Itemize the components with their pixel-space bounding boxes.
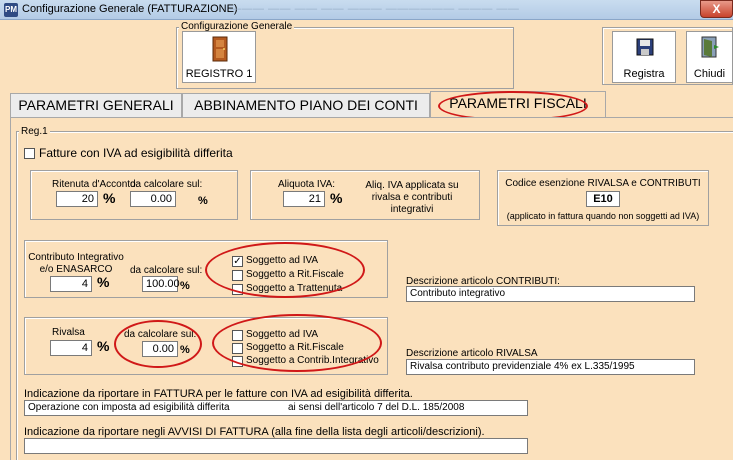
rivalsa-desc-label: Descrizione articolo RIVALSA — [406, 348, 538, 359]
blurred-background-text: ——— —— —— —— ——— —————— ——— —— — [230, 3, 520, 15]
indicazione-fattura-label: Indicazione da riportare in FATTURA per … — [24, 388, 413, 400]
codice-note: (applicato in fattura quando non soggett… — [506, 211, 700, 221]
contributo-base-input[interactable]: 100.00 — [142, 276, 180, 292]
highlight-contributo-options-ellipse — [205, 242, 365, 298]
highlight-rivalsa-base-ellipse — [114, 320, 202, 368]
highlight-rivalsa-options-ellipse — [212, 314, 382, 372]
door-icon — [212, 36, 228, 62]
toolbar: Configurazione Generale REGISTRO 1 Regis… — [0, 20, 733, 93]
indicazione-avvisi-input[interactable] — [24, 438, 528, 454]
registra-button[interactable]: Registra — [612, 31, 676, 83]
contributo-pct: % — [97, 274, 110, 290]
contributo-calc-label: da calcolare sul: — [130, 265, 203, 276]
indicazione-avvisi-label: Indicazione da riportare negli AVVISI DI… — [24, 426, 485, 438]
aliquota-label: Aliquota IVA: — [278, 179, 336, 190]
aliquota-pct: % — [330, 190, 343, 206]
app-icon: PM — [4, 3, 18, 17]
reg1-group-label: Reg.1 — [19, 126, 50, 137]
contributo-desc-input[interactable]: Contributo integrativo — [406, 286, 695, 302]
tab-abbinamento-piano-dei-conti[interactable]: ABBINAMENTO PIANO DEI CONTI — [182, 93, 430, 117]
ritenuta-base-input[interactable]: 0.00 — [130, 191, 176, 207]
ritenuta-value-input[interactable]: 20 — [56, 191, 98, 207]
floppy-disk-icon — [636, 38, 654, 56]
iva-differita-label: Fatture con IVA ad esigibilità differita — [39, 146, 233, 160]
registro-button[interactable]: REGISTRO 1 — [182, 31, 256, 83]
ritenuta-pct: % — [103, 190, 116, 206]
rivalsa-pct: % — [97, 338, 110, 354]
contributo-base-pct: % — [180, 280, 190, 292]
rivalsa-desc-input[interactable]: Rivalsa contributo previdenziale 4% ex L… — [406, 359, 695, 375]
registra-label: Registra — [623, 68, 665, 80]
window-title: Configurazione Generale (FATTURAZIONE) — [22, 3, 238, 15]
indicazione-fattura-input[interactable]: Operazione con imposta ad esigibilità di… — [24, 400, 528, 416]
exit-door-icon — [701, 36, 719, 58]
tab-parametri-generali[interactable]: PARAMETRI GENERALI — [10, 93, 182, 117]
aliquota-value-input[interactable]: 21 — [283, 191, 325, 207]
chiudi-button[interactable]: Chiudi — [686, 31, 733, 83]
contributo-label: Contributo Integrativo e/o ENASARCO — [28, 252, 124, 275]
ritenuta-label: Ritenuta d'Acconto: — [52, 179, 139, 190]
ritenuta-calc-label: da calcolare sul: — [130, 179, 203, 190]
title-bar: PM Configurazione Generale (FATTURAZIONE… — [0, 0, 733, 20]
registro-label: REGISTRO 1 — [185, 68, 253, 80]
codice-value-input[interactable]: E10 — [586, 191, 620, 207]
ritenuta-base-pct: % — [198, 195, 208, 207]
rivalsa-value-input[interactable]: 4 — [50, 340, 92, 356]
aliquota-note: Aliq. IVA applicata su rivalsa e contrib… — [365, 180, 459, 215]
iva-differita-checkbox[interactable] — [24, 148, 35, 159]
close-window-button[interactable]: X — [700, 0, 733, 18]
codice-label: Codice esenzione RIVALSA e CONTRIBUTI — [505, 178, 701, 189]
chiudi-label: Chiudi — [693, 68, 726, 80]
contributo-value-input[interactable]: 4 — [50, 276, 92, 292]
rivalsa-label: Rivalsa — [52, 327, 85, 338]
